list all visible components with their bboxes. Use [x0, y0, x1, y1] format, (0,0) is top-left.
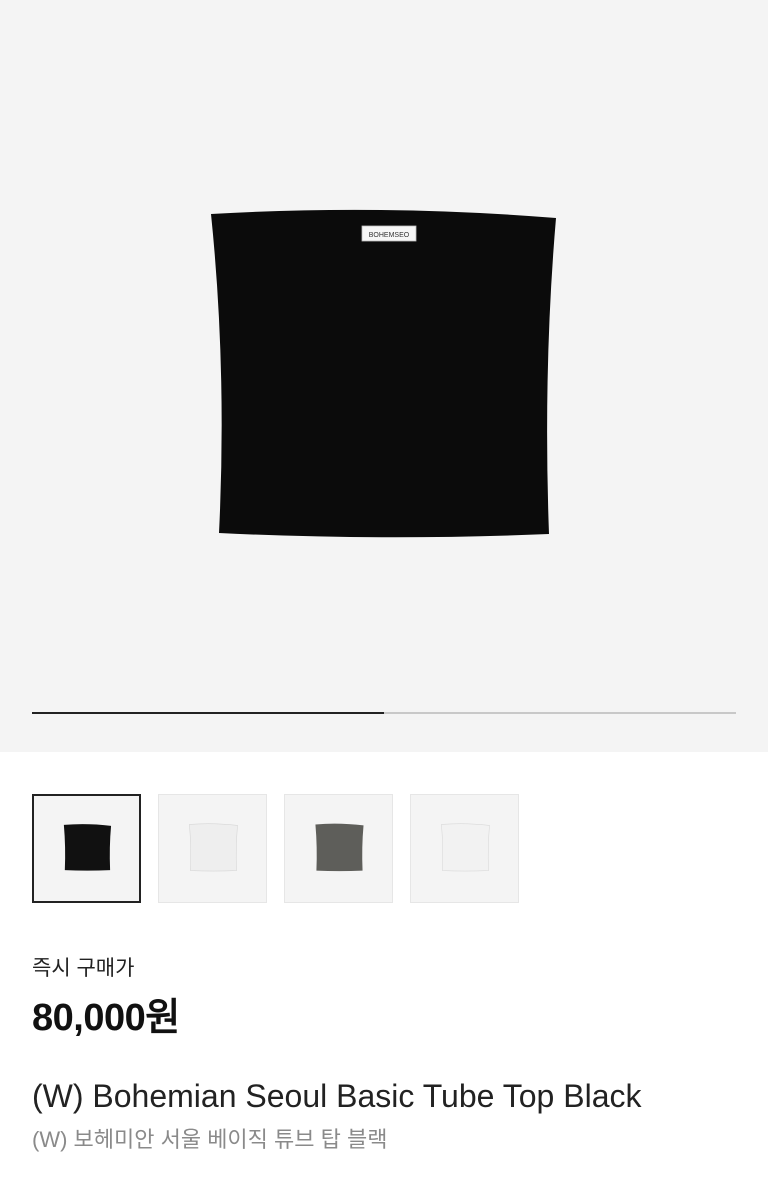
tube-top-light-gray-thumbnail — [441, 823, 490, 872]
thumbnail-black[interactable] — [32, 794, 141, 903]
tube-top-black-thumbnail — [63, 824, 112, 871]
tube-top-product-image: BOHEMSEO — [211, 209, 556, 538]
thumbnail-white[interactable] — [158, 794, 267, 903]
price-value: 80,000원 — [32, 997, 180, 1039]
tube-top-charcoal-thumbnail — [315, 823, 364, 872]
gallery-progress-bar — [32, 712, 736, 714]
gallery-progress-fill — [32, 712, 384, 714]
price-label: 즉시 구매가 — [32, 957, 135, 980]
thumbnail-strip — [32, 794, 519, 903]
thumbnail-charcoal[interactable] — [284, 794, 393, 903]
product-title-ko: (W) 보헤미안 서울 베이직 튜브 탑 블랙 — [32, 1127, 388, 1152]
product-title-en: (W) Bohemian Seoul Basic Tube Top Black — [32, 1078, 642, 1114]
thumbnail-light-gray[interactable] — [410, 794, 519, 903]
product-image-carousel[interactable]: BOHEMSEO — [0, 0, 768, 752]
brand-label-text: BOHEMSEO — [369, 232, 410, 239]
tube-top-white-thumbnail — [189, 823, 238, 872]
